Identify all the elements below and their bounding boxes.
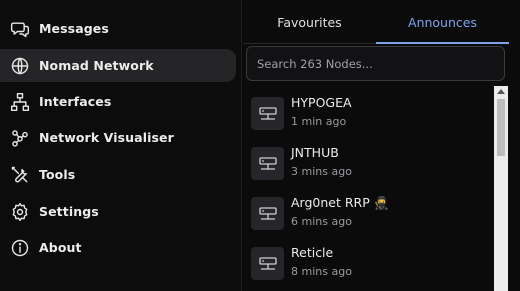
main-panel: Favourites Announces HYPOGEA 1 min ago J… <box>243 0 520 291</box>
tab-favourites[interactable]: Favourites <box>243 0 376 44</box>
server-icon <box>251 97 284 130</box>
gear-icon <box>10 202 30 222</box>
sidebar-item-interfaces[interactable]: Interfaces <box>0 85 236 118</box>
tools-icon <box>10 165 30 185</box>
messages-icon <box>10 19 30 39</box>
server-icon <box>251 247 284 280</box>
sidebar-item-label: Tools <box>39 167 76 182</box>
list-item[interactable]: Reticle 8 mins ago <box>251 244 491 284</box>
sidebar-item-messages[interactable]: Messages <box>0 12 236 45</box>
globe-icon <box>10 56 30 76</box>
search-input[interactable] <box>257 56 497 71</box>
tab-announces[interactable]: Announces <box>376 0 509 44</box>
list-item[interactable]: Arg0net RRP 🥷 6 mins ago <box>251 194 491 234</box>
active-tab-indicator <box>376 42 509 44</box>
node-name: Reticle <box>291 245 334 260</box>
sidebar-item-network-visualiser[interactable]: Network Visualiser <box>0 121 236 154</box>
tab-bar: Favourites Announces <box>243 0 509 44</box>
sidebar-item-label: Network Visualiser <box>39 130 174 145</box>
list-item[interactable]: HYPOGEA 1 min ago <box>251 94 491 134</box>
sidebar-item-label: Messages <box>39 21 109 36</box>
sidebar-item-settings[interactable]: Settings <box>0 195 236 228</box>
node-time: 3 mins ago <box>291 165 352 178</box>
list-item[interactable]: JNTHUB 3 mins ago <box>251 144 491 184</box>
sidebar-item-label: Interfaces <box>39 94 112 109</box>
node-time: 8 mins ago <box>291 265 352 278</box>
node-name: Arg0net RRP 🥷 <box>291 195 390 210</box>
scroll-thumb[interactable] <box>497 99 505 156</box>
sidebar-item-tools[interactable]: Tools <box>0 158 236 191</box>
graph-nodes-icon <box>10 128 30 148</box>
scrollbar[interactable] <box>494 86 508 291</box>
sidebar: Messages Nomad Network Interfaces Networ… <box>0 0 242 291</box>
node-time: 1 min ago <box>291 115 347 128</box>
node-time: 6 mins ago <box>291 215 352 228</box>
sidebar-item-label: About <box>39 240 82 255</box>
sidebar-item-about[interactable]: About <box>0 231 236 264</box>
node-name: HYPOGEA <box>291 95 352 110</box>
server-icon <box>251 197 284 230</box>
sidebar-item-label: Nomad Network <box>39 58 154 73</box>
sidebar-item-nomad-network[interactable]: Nomad Network <box>0 49 236 82</box>
search-box[interactable] <box>246 46 505 81</box>
server-icon <box>251 147 284 180</box>
info-icon <box>10 238 30 258</box>
sidebar-item-label: Settings <box>39 204 99 219</box>
network-tree-icon <box>10 92 30 112</box>
node-name: JNTHUB <box>291 145 339 160</box>
scroll-up-arrow-icon[interactable] <box>497 89 505 94</box>
